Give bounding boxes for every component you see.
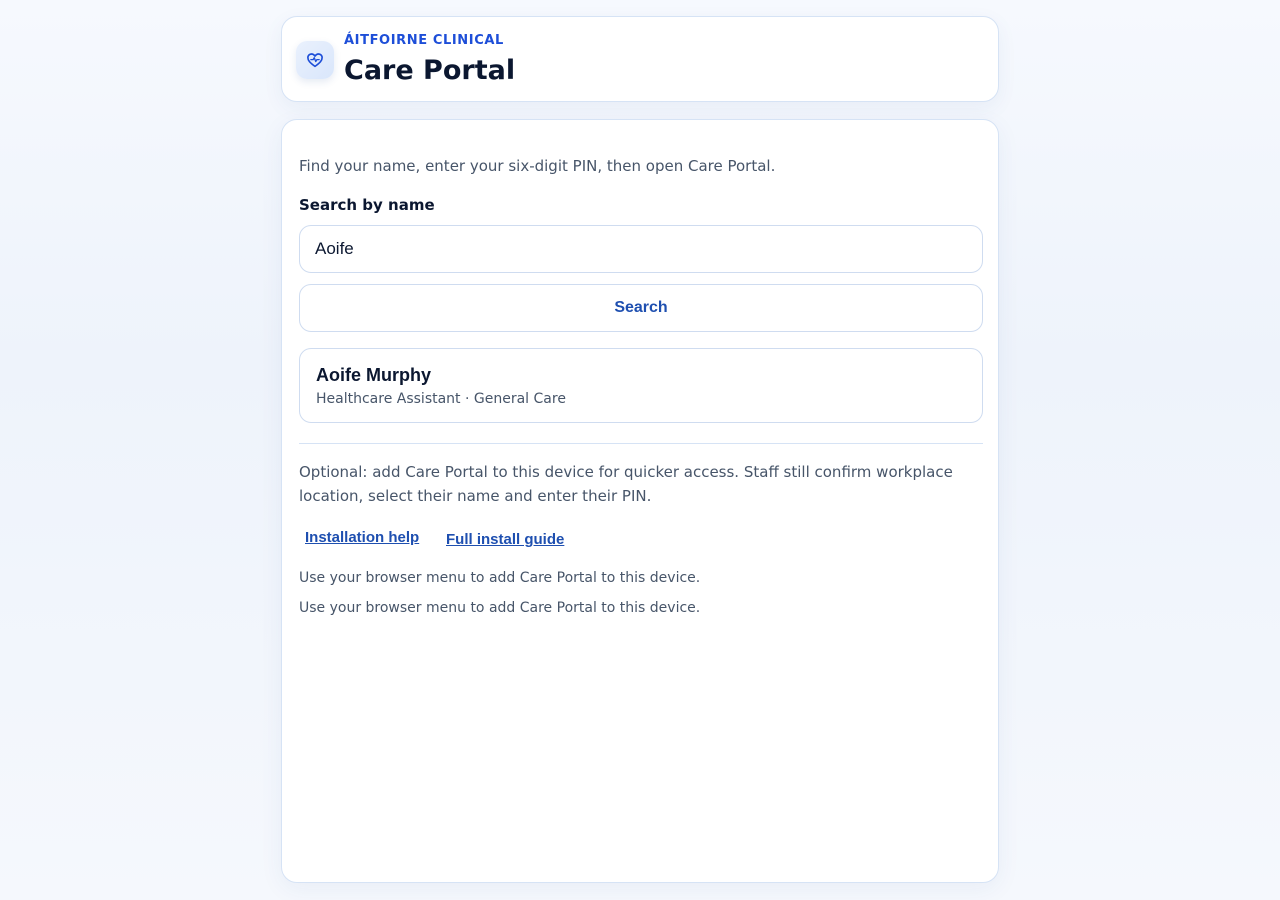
app-logo <box>296 41 334 79</box>
staff-name: Aoife Murphy <box>316 365 431 385</box>
staff-result-item[interactable]: Aoife Murphy Healthcare Assistant · Gene… <box>299 348 983 423</box>
login-card: Find your name, enter your six-digit PIN… <box>281 119 999 883</box>
installation-help-link[interactable]: Installation help <box>305 529 419 546</box>
search-input[interactable] <box>299 225 983 273</box>
search-label: Search by name <box>299 196 435 214</box>
search-button[interactable]: Search <box>299 284 983 332</box>
brand-name: ÁITFOIRNE CLINICAL <box>344 33 504 48</box>
page-container: ÁITFOIRNE CLINICAL Care Portal Find your… <box>281 16 999 883</box>
install-info-text: Optional: add Care Portal to this device… <box>299 463 953 505</box>
staff-role: Healthcare Assistant · General Care <box>316 391 566 407</box>
heart-pulse-icon <box>307 53 323 68</box>
install-note: Use your browser menu to add Care Portal… <box>299 600 701 616</box>
full-install-guide-link[interactable]: Full install guide <box>446 531 564 548</box>
divider <box>299 443 983 444</box>
install-note: Use your browser menu to add Care Portal… <box>299 570 701 586</box>
page-title: Care Portal <box>344 55 516 86</box>
app-header: ÁITFOIRNE CLINICAL Care Portal <box>281 16 999 102</box>
intro-text: Find your name, enter your six-digit PIN… <box>299 157 776 175</box>
